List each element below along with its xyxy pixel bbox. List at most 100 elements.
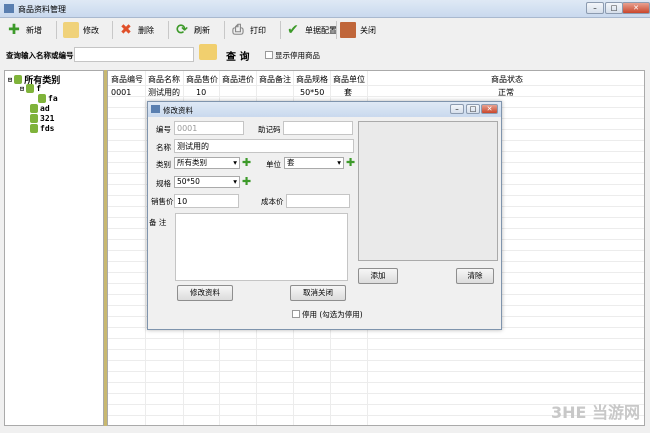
config-button[interactable]: ✔ 单据配置 bbox=[285, 20, 337, 40]
cost-input[interactable] bbox=[286, 194, 350, 208]
node-icon bbox=[26, 84, 35, 93]
title-bar: 商品资料管理 – □ ✕ bbox=[0, 0, 650, 18]
node-icon bbox=[38, 94, 46, 103]
column-header[interactable]: 商品售价 bbox=[186, 74, 218, 85]
maximize-button[interactable]: □ bbox=[605, 2, 623, 14]
add-label: 新增 bbox=[26, 25, 42, 35]
mnemonic-input[interactable] bbox=[283, 121, 353, 135]
edit-label: 修改 bbox=[83, 25, 99, 35]
search-input[interactable] bbox=[74, 47, 194, 62]
column-header[interactable]: 商品进价 bbox=[222, 74, 254, 85]
note-label: 备 注 bbox=[149, 218, 167, 227]
tree-node[interactable]: fa bbox=[38, 94, 58, 103]
dialog-close-button[interactable]: ✕ bbox=[481, 104, 498, 114]
name-input[interactable] bbox=[174, 139, 354, 153]
grid-line bbox=[108, 349, 644, 350]
unit-select[interactable]: 套 bbox=[284, 157, 344, 169]
dialog-maximize-button[interactable]: □ bbox=[466, 104, 480, 114]
refresh-button[interactable]: ⟳ 刷新 bbox=[174, 20, 210, 40]
category-select[interactable]: 所有类别 bbox=[174, 157, 240, 169]
divider bbox=[336, 21, 337, 39]
node-label: 321 bbox=[40, 114, 55, 123]
divider bbox=[280, 21, 281, 39]
dialog-title: 修改资料 bbox=[163, 106, 193, 115]
print-icon: ⎙ bbox=[232, 22, 244, 38]
watermark-logo: 3HE 当游网 bbox=[550, 403, 640, 422]
add-category-icon[interactable]: ✚ bbox=[242, 157, 251, 168]
node-label: fds bbox=[40, 124, 55, 133]
disable-label: 停用 (勾选为停用) bbox=[302, 310, 363, 319]
minimize-button[interactable]: – bbox=[586, 2, 604, 14]
column-header[interactable]: 商品名称 bbox=[148, 74, 180, 85]
add-spec-icon[interactable]: ✚ bbox=[242, 176, 251, 187]
spec-select[interactable]: 50*50 bbox=[174, 176, 240, 188]
node-icon bbox=[30, 114, 38, 123]
divider bbox=[112, 21, 113, 39]
cell: 0001 bbox=[111, 88, 132, 97]
grid-line bbox=[108, 360, 644, 361]
code-label: 编号 bbox=[156, 125, 171, 134]
search-button[interactable]: 查 询 bbox=[226, 48, 249, 63]
unit-label: 单位 bbox=[266, 160, 281, 169]
window-title: 商品资料管理 bbox=[18, 5, 66, 14]
exit-icon bbox=[340, 22, 356, 38]
node-label: fa bbox=[48, 94, 58, 103]
category-label: 类别 bbox=[156, 160, 171, 169]
dialog-icon bbox=[151, 105, 160, 113]
grid-line bbox=[145, 71, 146, 425]
disable-checkbox[interactable] bbox=[292, 310, 300, 318]
tree-node[interactable]: ⊟ f bbox=[20, 84, 41, 93]
toolbar: ✚ 新增 修改 ✖ 删除 ⟳ 刷新 ⎙ 打印 ✔ 单据配置 关闭 bbox=[0, 18, 650, 42]
code-input[interactable] bbox=[174, 121, 244, 135]
cancel-button[interactable]: 取消关闭 bbox=[290, 285, 346, 301]
grid-line bbox=[108, 393, 644, 394]
delete-label: 删除 bbox=[138, 25, 154, 35]
column-header[interactable]: 商品备注 bbox=[259, 74, 291, 85]
print-label: 打印 bbox=[250, 25, 266, 35]
cell: 套 bbox=[344, 88, 352, 97]
name-label: 名称 bbox=[156, 143, 171, 152]
edit-icon bbox=[63, 22, 79, 38]
divider bbox=[224, 21, 225, 39]
search-label: 查询输入名称或编号: bbox=[6, 51, 77, 60]
column-header[interactable]: 商品状态 bbox=[491, 74, 523, 85]
show-disabled-label: 显示停用商品 bbox=[275, 51, 320, 60]
refresh-icon: ⟳ bbox=[176, 22, 188, 38]
config-icon: ✔ bbox=[287, 22, 299, 38]
node-label: ad bbox=[40, 104, 50, 113]
exit-button[interactable]: 关闭 bbox=[340, 20, 376, 40]
price-label: 销售价 bbox=[151, 197, 174, 206]
show-disabled-checkbox[interactable] bbox=[265, 51, 273, 59]
edit-button[interactable]: 修改 bbox=[63, 20, 99, 40]
column-header[interactable]: 商品单位 bbox=[333, 74, 365, 85]
add-unit-icon[interactable]: ✚ bbox=[346, 157, 355, 168]
delete-button[interactable]: ✖ 删除 bbox=[118, 20, 154, 40]
node-label: f bbox=[36, 84, 42, 93]
print-button[interactable]: ⎙ 打印 bbox=[230, 20, 266, 40]
exit-label: 关闭 bbox=[360, 25, 376, 35]
plus-icon: ✚ bbox=[8, 22, 20, 38]
add-button[interactable]: ✚ 新增 bbox=[6, 20, 42, 40]
tree-node[interactable]: ad bbox=[30, 104, 50, 113]
tree-node[interactable]: fds bbox=[30, 124, 54, 133]
close-button[interactable]: ✕ bbox=[622, 2, 650, 14]
table-row[interactable]: 0001 测试用的 10 50*50 套 正常 bbox=[108, 86, 644, 97]
grid-line bbox=[108, 338, 644, 339]
save-button[interactable]: 修改资料 bbox=[177, 285, 233, 301]
column-header[interactable]: 商品编号 bbox=[111, 74, 143, 85]
search-folder-icon[interactable] bbox=[199, 44, 217, 60]
column-header[interactable]: 商品规格 bbox=[296, 74, 328, 85]
price-input[interactable] bbox=[174, 194, 239, 208]
app-icon bbox=[4, 4, 14, 13]
dialog-title-bar: 修改资料 – □ ✕ bbox=[148, 102, 501, 117]
divider bbox=[56, 21, 57, 39]
config-label: 单据配置 bbox=[305, 25, 337, 35]
dialog-minimize-button[interactable]: – bbox=[450, 104, 464, 114]
note-textarea[interactable] bbox=[175, 213, 348, 281]
tree-node[interactable]: 321 bbox=[30, 114, 54, 123]
add-image-button[interactable]: 添加 bbox=[358, 268, 398, 284]
cost-label: 成本价 bbox=[261, 197, 284, 206]
category-tree: ⊟ 所有类别 ⊟ f fa ad 321 fds bbox=[4, 70, 104, 426]
grid-line bbox=[108, 371, 644, 372]
clear-image-button[interactable]: 清除 bbox=[456, 268, 494, 284]
